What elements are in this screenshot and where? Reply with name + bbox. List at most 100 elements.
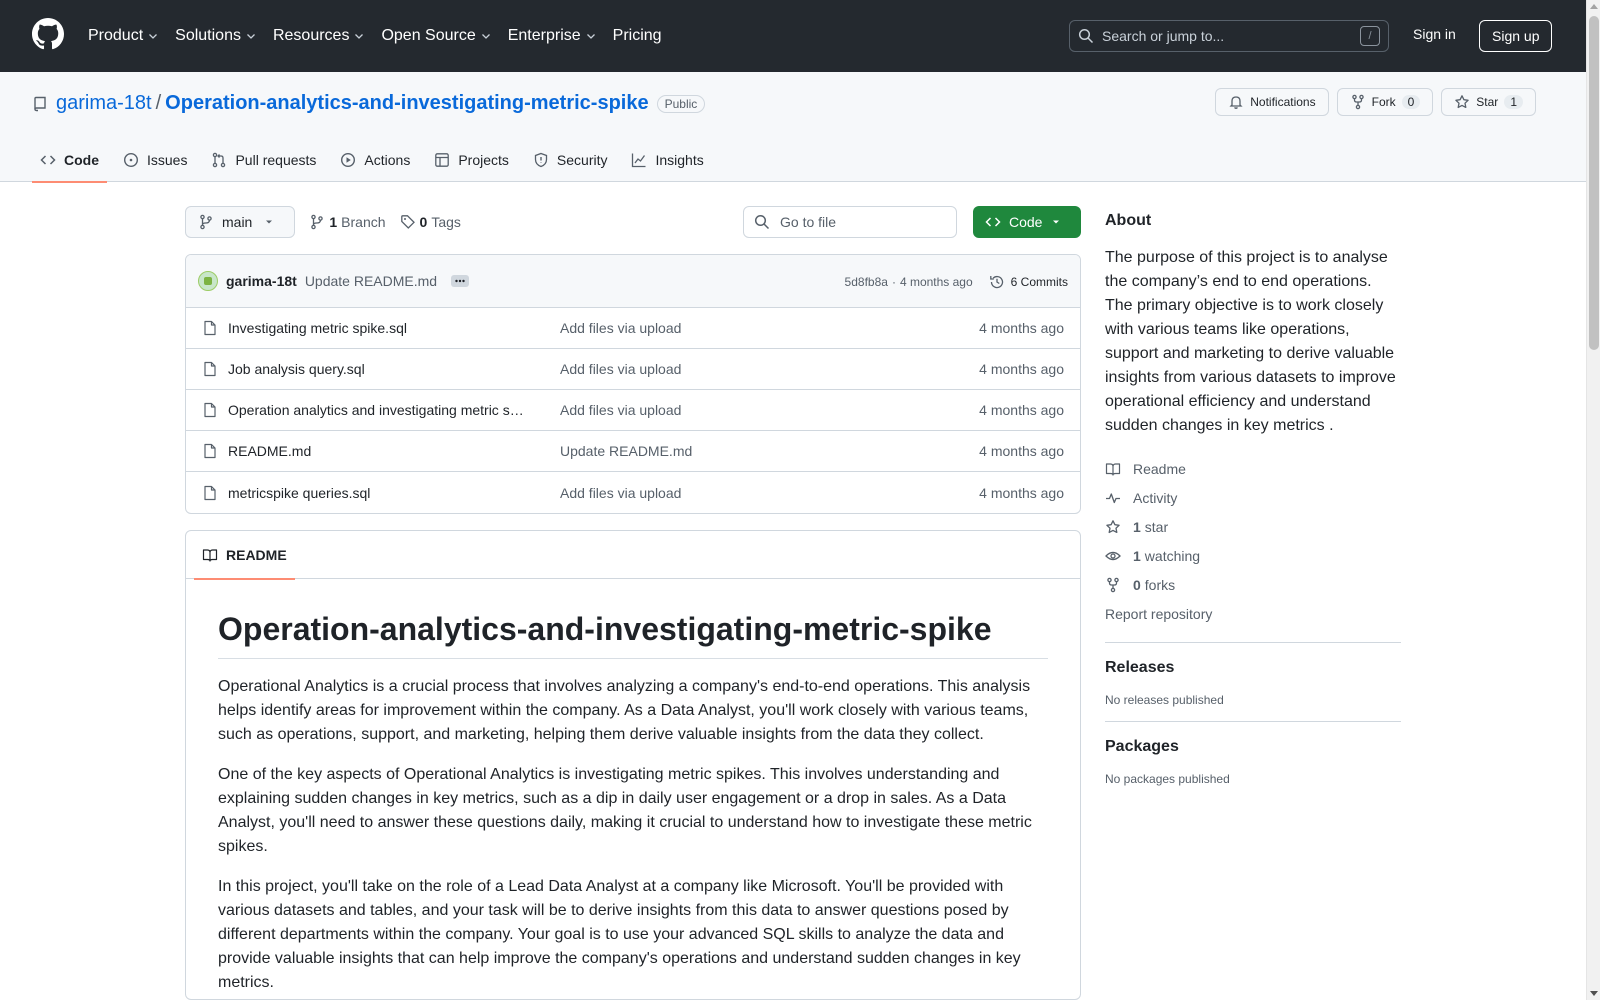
repo-header: garima-18t / Operation-analytics-and-inv… [0,72,1586,183]
repo-owner-link[interactable]: garima-18t [56,92,152,115]
file-name-link[interactable]: Job analysis query.sql [228,361,558,377]
report-repository-link[interactable]: Report repository [1105,599,1401,628]
file-icon [204,361,216,377]
star-button[interactable]: Star 1 [1441,88,1536,116]
file-name-link[interactable]: Operation analytics and investigating me… [228,402,558,418]
branch-select-button[interactable]: main [185,206,296,238]
file-date: 4 months ago [979,443,1064,459]
commits-count-label: 6 Commits [1010,274,1068,289]
fork-button[interactable]: Fork 0 [1336,88,1434,116]
file-commit-message-link[interactable]: Update README.md [560,443,692,459]
fork-icon [1351,94,1364,110]
star-count: 1 [1504,95,1523,109]
tab-actions[interactable]: Actions [332,138,418,182]
github-logo-icon[interactable] [32,18,64,50]
repo-actions: Notifications Fork 0 Star 1 [1207,88,1536,116]
caret-down-icon [266,220,273,224]
file-name-link[interactable]: README.md [228,443,558,459]
ellipsis-icon[interactable] [451,275,470,287]
nav-solutions[interactable]: Solutions [175,27,257,45]
forks-link[interactable]: 0 forks [1105,570,1401,599]
code-dropdown-button[interactable]: Code [973,206,1081,238]
latest-commit-bar: garima-18t Update README.md 5d8fb8a · 4 … [186,255,1080,308]
file-commit-message-link[interactable]: Add files via upload [560,361,681,377]
file-commit-message-link[interactable]: Add files via upload [560,485,681,501]
avatar[interactable] [198,271,218,291]
tag-icon [400,215,415,229]
tab-label: Insights [655,152,704,168]
tab-pull-requests[interactable]: Pull requests [203,138,324,182]
nav-label: Pricing [612,27,662,44]
commits-history-link[interactable]: 6 Commits [989,274,1068,290]
chevron-down-icon [149,34,158,39]
file-name-link[interactable]: metricspike queries.sql [228,485,558,501]
star-label: Star [1476,95,1499,109]
forks-count: 0 [1133,576,1141,593]
search-input[interactable]: Search or jump to... / [1069,20,1389,52]
tab-projects[interactable]: Projects [426,138,517,182]
star-icon [1106,519,1120,533]
packages-heading[interactable]: Packages [1105,738,1401,756]
watchers-link[interactable]: 1 watching [1105,541,1401,570]
commit-message-link[interactable]: Update README.md [305,273,437,289]
go-to-file-input[interactable]: Go to file [743,206,957,238]
tab-readme[interactable]: README [194,531,295,580]
commit-hash-link[interactable]: 5d8fb8a [845,275,888,289]
search-icon [1078,28,1094,44]
nav-pricing[interactable]: Pricing [613,27,662,45]
file-icon [204,443,216,459]
readme-panel: README Operation-analytics-and-investiga… [185,530,1081,1000]
tab-label: Code [64,152,99,168]
pull-request-icon [213,152,226,168]
watching-label: watching [1144,547,1201,564]
readme-link[interactable]: Readme [1105,454,1401,483]
commit-author-link[interactable]: garima-18t [226,273,297,289]
branches-link[interactable]: 1 Branch [309,214,386,230]
file-date: 4 months ago [979,402,1064,418]
chevron-down-icon [586,34,595,39]
report-label: Report repository [1105,605,1213,622]
repo-name-link[interactable]: Operation-analytics-and-investigating-me… [165,92,648,115]
tab-issues[interactable]: Issues [115,138,195,182]
file-commit-message-link[interactable]: Add files via upload [560,320,681,336]
sign-up-button[interactable]: Sign up [1479,20,1553,52]
activity-link[interactable]: Activity [1105,483,1401,512]
stars-link[interactable]: 1 star [1105,512,1401,541]
notifications-button[interactable]: Notifications [1215,88,1329,116]
fork-label: Fork [1371,95,1396,109]
book-icon [202,549,218,562]
nav-product[interactable]: Product [88,27,159,45]
page-scrollbar[interactable] [1586,0,1600,1000]
file-commit-message-link[interactable]: Add files via upload [560,402,681,418]
notifications-label: Notifications [1250,95,1316,109]
tags-link[interactable]: 0 Tags [400,214,461,230]
global-nav: Product Solutions Resources Open Source … [88,0,678,72]
nav-resources[interactable]: Resources [273,27,365,45]
scroll-down-arrow-icon[interactable] [1590,991,1598,996]
file-date: 4 months ago [979,361,1064,377]
repo-icon [34,96,46,111]
slash-key-hint: / [1360,26,1380,46]
sign-in-link[interactable]: Sign in [1413,26,1456,42]
commit-meta: 5d8fb8a · 4 months ago 6 Commits [845,255,1068,308]
table-row: README.md Update README.md 4 months ago [186,431,1080,472]
book-icon [1105,462,1121,476]
tab-security[interactable]: Security [525,138,616,182]
file-name-link[interactable]: Investigating metric spike.sql [228,320,558,336]
search-placeholder: Search or jump to... [1102,28,1225,44]
code-icon [40,155,56,165]
tab-insights[interactable]: Insights [623,138,711,182]
tab-code[interactable]: Code [32,138,107,183]
forks-label: forks [1144,576,1176,593]
repo-title: garima-18t / Operation-analytics-and-inv… [32,92,706,115]
scroll-up-arrow-icon[interactable] [1590,4,1598,9]
fork-count: 0 [1401,95,1421,109]
file-icon [204,320,216,336]
scrollbar-thumb[interactable] [1589,16,1599,350]
tab-label: Projects [458,152,509,168]
file-toolbar: main 1 Branch 0 Tags Go to file Code [185,206,1081,238]
nav-open-source[interactable]: Open Source [381,27,491,45]
nav-enterprise[interactable]: Enterprise [508,27,597,45]
file-date: 4 months ago [979,484,1064,501]
releases-heading[interactable]: Releases [1105,659,1401,677]
